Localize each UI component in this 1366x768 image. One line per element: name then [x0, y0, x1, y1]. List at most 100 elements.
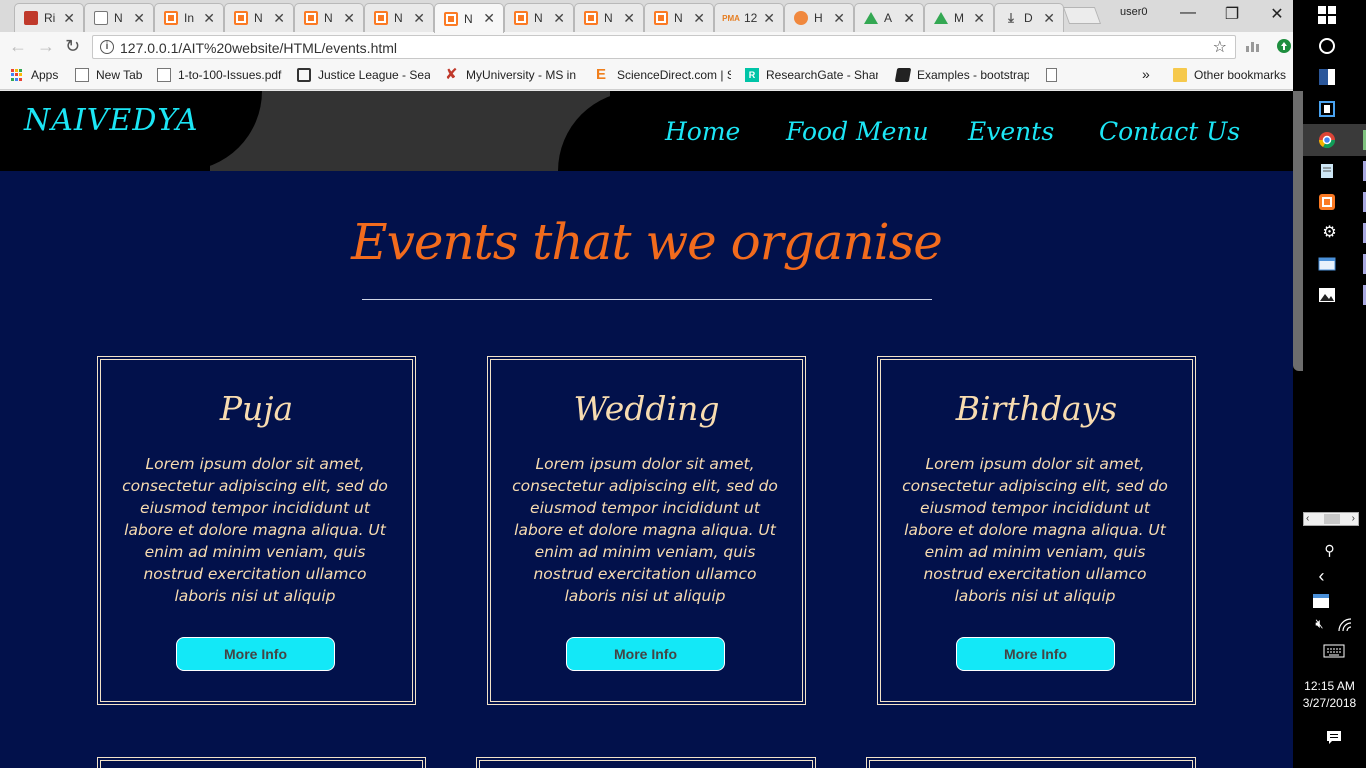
word-icon[interactable]: [1318, 68, 1336, 86]
photos-icon[interactable]: [1318, 286, 1336, 304]
card-title: Wedding: [573, 389, 720, 428]
browser-tab[interactable]: N ✕: [644, 3, 714, 32]
browser-tab[interactable]: N ✕: [364, 3, 434, 32]
bookmark-justice-league[interactable]: Justice League - Seas: [297, 68, 430, 82]
bookmark-apps[interactable]: Apps: [10, 68, 58, 82]
browser-tab[interactable]: N ✕: [294, 3, 364, 32]
scroll-right-icon[interactable]: ›: [1352, 513, 1355, 524]
close-tab-icon[interactable]: ✕: [833, 10, 845, 27]
close-tab-icon[interactable]: ✕: [1043, 10, 1055, 27]
bookmark-new-tab[interactable]: New Tab: [75, 68, 142, 82]
close-tab-icon[interactable]: ✕: [203, 10, 215, 27]
minimize-icon[interactable]: —: [1173, 4, 1203, 22]
nav-events[interactable]: Events: [968, 117, 1054, 146]
close-tab-icon[interactable]: ✕: [693, 10, 705, 27]
researchgate-icon: R: [745, 68, 759, 82]
close-tab-icon[interactable]: ✕: [483, 10, 495, 27]
system-clock[interactable]: 12:15 AM 3/27/2018: [1293, 678, 1366, 712]
close-tab-icon[interactable]: ✕: [343, 10, 355, 27]
action-center-icon[interactable]: [1326, 730, 1342, 746]
browser-tab[interactable]: PMA 12 ✕: [714, 3, 784, 32]
site-logo[interactable]: NAIVEDYA: [24, 103, 199, 138]
book-icon: [894, 68, 912, 82]
card-description: Lorem ipsum dolor sit amet, consectetur …: [122, 455, 388, 605]
tv-icon: [297, 68, 311, 82]
browser-tab[interactable]: In ✕: [154, 3, 224, 32]
bookmarks-overflow-chevron[interactable]: »: [1142, 66, 1150, 82]
close-tab-icon[interactable]: ✕: [63, 10, 75, 27]
browser-tab-active[interactable]: N ✕: [434, 3, 504, 33]
keyboard-icon[interactable]: [1323, 644, 1345, 658]
task-view-icon[interactable]: [1318, 100, 1336, 118]
extension-chart-icon[interactable]: [1245, 38, 1261, 54]
browser-tab[interactable]: N ✕: [574, 3, 644, 32]
bookmark-pdf[interactable]: 1-to-100-Issues.pdf: [157, 68, 281, 82]
cortana-icon[interactable]: [1318, 37, 1336, 55]
browser-tab[interactable]: Ri ✕: [14, 3, 84, 32]
more-info-button[interactable]: More Info: [956, 637, 1115, 671]
more-info-button[interactable]: More Info: [566, 637, 725, 671]
page-icon: [75, 68, 89, 82]
back-arrow-icon[interactable]: ←: [9, 36, 27, 57]
settings-gear-icon[interactable]: ⚙: [1293, 222, 1366, 242]
more-info-button[interactable]: More Info: [176, 637, 335, 671]
close-window-icon[interactable]: ✕: [1262, 4, 1292, 24]
profile-name[interactable]: user0: [1120, 6, 1148, 18]
event-card-next: [97, 757, 426, 768]
bookmark-bootstrap[interactable]: Examples - bootstrap: [894, 68, 1029, 82]
bookmark-researchgate[interactable]: R ResearchGate - Share: [745, 68, 878, 82]
restore-icon[interactable]: ❐: [1217, 4, 1247, 24]
close-tab-icon[interactable]: ✕: [133, 10, 145, 27]
nav-home[interactable]: Home: [665, 117, 740, 146]
close-tab-icon[interactable]: ✕: [553, 10, 565, 27]
xampp-icon: [514, 11, 528, 25]
close-tab-icon[interactable]: ✕: [273, 10, 285, 27]
close-tab-icon[interactable]: ✕: [973, 10, 985, 27]
event-card-wedding: Wedding Lorem ipsum dolor sit amet, cons…: [487, 356, 806, 705]
other-bookmarks[interactable]: Other bookmarks: [1173, 68, 1286, 82]
new-tab-button[interactable]: [1062, 7, 1102, 24]
browser-tab[interactable]: N ✕: [84, 3, 154, 32]
reload-icon[interactable]: ↻: [65, 36, 80, 57]
windows-start-icon[interactable]: [1318, 6, 1336, 24]
nav-contact-us[interactable]: Contact Us: [1099, 117, 1240, 146]
forward-arrow-icon[interactable]: →: [37, 36, 55, 57]
chrome-icon[interactable]: [1318, 131, 1336, 149]
address-bar[interactable]: i 127.0.0.1/AIT%20website/HTML/events.ht…: [92, 35, 1236, 59]
browser-tab[interactable]: ⤓ D ✕: [994, 3, 1064, 32]
browser-tab[interactable]: N ✕: [504, 3, 574, 32]
show-hidden-icons-chevron[interactable]: ‹: [1285, 566, 1358, 587]
scroll-thumb[interactable]: [1324, 514, 1340, 524]
elsevier-icon: E: [596, 66, 607, 83]
nav-food-menu[interactable]: Food Menu: [786, 117, 929, 146]
window-app-icon[interactable]: [1318, 255, 1336, 273]
close-tab-icon[interactable]: ✕: [763, 10, 775, 27]
people-icon[interactable]: ⚲: [1293, 542, 1366, 559]
browser-tab[interactable]: H ✕: [784, 3, 854, 32]
bookmarks-bar: Apps New Tab 1-to-100-Issues.pdf Justice…: [0, 62, 1293, 90]
taskbar-window-icon[interactable]: [1312, 592, 1330, 610]
xampp-icon: [584, 11, 598, 25]
info-icon[interactable]: i: [100, 40, 114, 54]
bookmark-blank[interactable]: [1046, 68, 1064, 82]
tray-scroller[interactable]: ‹ ›: [1303, 512, 1359, 526]
page-icon: [157, 68, 171, 82]
url-text[interactable]: 127.0.0.1/AIT%20website/HTML/events.html: [120, 40, 397, 56]
bookmark-star-icon[interactable]: ☆: [1213, 37, 1227, 57]
browser-tab[interactable]: M ✕: [924, 3, 994, 32]
close-tab-icon[interactable]: ✕: [623, 10, 635, 27]
xampp-taskbar-icon[interactable]: [1318, 193, 1336, 211]
wifi-icon[interactable]: [1337, 617, 1353, 633]
browser-tab[interactable]: A ✕: [854, 3, 924, 32]
university-icon: ✘: [445, 66, 458, 83]
xampp-icon: [304, 11, 318, 25]
browser-tab[interactable]: N ✕: [224, 3, 294, 32]
notepad-icon[interactable]: [1318, 162, 1336, 180]
drive-icon: [934, 12, 948, 24]
close-tab-icon[interactable]: ✕: [903, 10, 915, 27]
close-tab-icon[interactable]: ✕: [413, 10, 425, 27]
extension-update-icon[interactable]: [1276, 38, 1292, 54]
bookmark-myuniversity[interactable]: ✘ MyUniversity - MS in: [445, 66, 578, 83]
bookmark-sciencedirect[interactable]: E ScienceDirect.com | S: [596, 66, 731, 83]
scroll-left-icon[interactable]: ‹: [1306, 513, 1309, 524]
